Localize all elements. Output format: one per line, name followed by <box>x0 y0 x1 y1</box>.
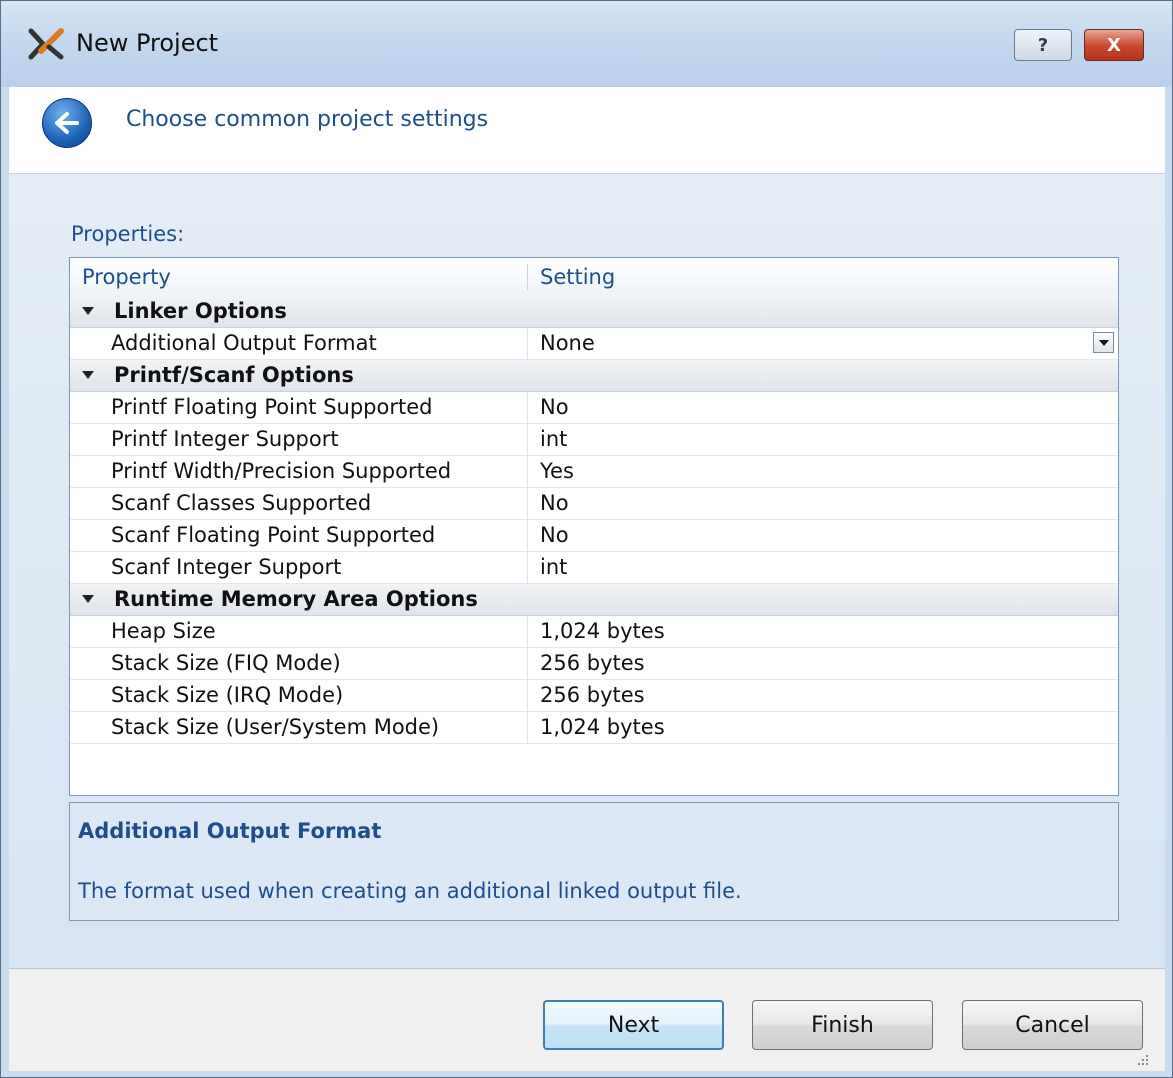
category-row[interactable]: Linker Options <box>70 296 1118 328</box>
property-grid[interactable]: Property Setting Linker Options Addition… <box>69 257 1119 796</box>
property-name: Scanf Classes Supported <box>111 491 372 515</box>
description-text: The format used when creating an additio… <box>78 879 742 903</box>
property-row[interactable]: Stack Size (User/System Mode) 1,024 byte… <box>70 712 1118 744</box>
collapse-arrow-icon[interactable] <box>82 595 94 603</box>
category-row[interactable]: Runtime Memory Area Options <box>70 584 1118 616</box>
property-value: int <box>540 555 568 579</box>
page-title: Choose common project settings <box>126 107 489 132</box>
finish-button[interactable]: Finish <box>752 1000 933 1050</box>
wizard-header: Choose common project settings <box>9 87 1165 174</box>
property-name: Heap Size <box>111 619 216 643</box>
cell-divider <box>527 488 528 519</box>
grid-header: Property Setting <box>70 258 1118 297</box>
property-name: Scanf Floating Point Supported <box>111 523 436 547</box>
property-name: Printf Integer Support <box>111 427 339 451</box>
close-button[interactable]: X <box>1084 29 1144 61</box>
property-row[interactable]: Scanf Integer Support int <box>70 552 1118 584</box>
property-value: Yes <box>540 459 574 483</box>
property-row[interactable]: Heap Size 1,024 bytes <box>70 616 1118 648</box>
category-row[interactable]: Printf/Scanf Options <box>70 360 1118 392</box>
collapse-arrow-icon[interactable] <box>82 307 94 315</box>
property-value: 1,024 bytes <box>540 619 665 643</box>
property-name: Scanf Integer Support <box>111 555 342 579</box>
column-header-setting[interactable]: Setting <box>540 265 615 289</box>
property-name: Additional Output Format <box>111 331 377 355</box>
cell-divider <box>527 648 528 679</box>
cell-divider <box>527 680 528 711</box>
back-arrow-icon <box>55 112 79 134</box>
cell-divider <box>527 712 528 743</box>
property-name: Printf Width/Precision Supported <box>111 459 452 483</box>
content-area: Properties: Property Setting Linker Opti… <box>9 174 1165 969</box>
cell-divider <box>527 392 528 423</box>
chevron-down-icon <box>1098 339 1109 346</box>
help-button[interactable]: ? <box>1014 29 1072 61</box>
title-bar: New Project ? X <box>1 1 1172 87</box>
property-value: 256 bytes <box>540 651 645 675</box>
property-row[interactable]: Stack Size (FIQ Mode) 256 bytes <box>70 648 1118 680</box>
cell-divider <box>527 616 528 647</box>
category-label: Runtime Memory Area Options <box>114 587 478 611</box>
property-name: Printf Floating Point Supported <box>111 395 433 419</box>
property-row[interactable]: Scanf Floating Point Supported No <box>70 520 1118 552</box>
help-icon: ? <box>1037 34 1049 56</box>
collapse-arrow-icon[interactable] <box>82 371 94 379</box>
property-value: None <box>540 331 595 355</box>
close-icon: X <box>1107 34 1121 56</box>
property-name: Stack Size (FIQ Mode) <box>111 651 341 675</box>
property-value: 256 bytes <box>540 683 645 707</box>
cell-divider <box>527 552 528 583</box>
property-value: No <box>540 523 569 547</box>
property-row-additional-output-format[interactable]: Additional Output Format None <box>70 328 1118 360</box>
back-button[interactable] <box>42 98 92 148</box>
property-row[interactable]: Printf Integer Support int <box>70 424 1118 456</box>
cancel-button[interactable]: Cancel <box>962 1000 1143 1050</box>
cell-divider <box>527 520 528 551</box>
new-project-dialog: New Project ? X Choose common project se… <box>0 0 1173 1078</box>
property-row[interactable]: Scanf Classes Supported No <box>70 488 1118 520</box>
property-row[interactable]: Printf Floating Point Supported No <box>70 392 1118 424</box>
property-value: No <box>540 491 569 515</box>
app-logo-icon <box>28 28 64 60</box>
property-name: Stack Size (User/System Mode) <box>111 715 440 739</box>
cell-divider <box>527 328 528 359</box>
cell-divider <box>527 456 528 487</box>
window-title: New Project <box>76 29 219 57</box>
property-row[interactable]: Printf Width/Precision Supported Yes <box>70 456 1118 488</box>
column-divider <box>527 264 528 290</box>
property-value: 1,024 bytes <box>540 715 665 739</box>
category-label: Printf/Scanf Options <box>114 363 354 387</box>
category-label: Linker Options <box>114 299 287 323</box>
dropdown-button[interactable] <box>1093 332 1114 353</box>
resize-grip-icon[interactable] <box>1136 1053 1150 1067</box>
next-button[interactable]: Next <box>543 1000 724 1050</box>
column-header-property[interactable]: Property <box>82 265 171 289</box>
property-name: Stack Size (IRQ Mode) <box>111 683 344 707</box>
property-row[interactable]: Stack Size (IRQ Mode) 256 bytes <box>70 680 1118 712</box>
property-value: int <box>540 427 568 451</box>
cell-divider <box>527 424 528 455</box>
description-panel: Additional Output Format The format used… <box>69 802 1119 921</box>
button-bar: Next Finish Cancel <box>9 969 1165 1071</box>
properties-label: Properties: <box>71 222 185 246</box>
property-value: No <box>540 395 569 419</box>
description-title: Additional Output Format <box>78 819 382 843</box>
